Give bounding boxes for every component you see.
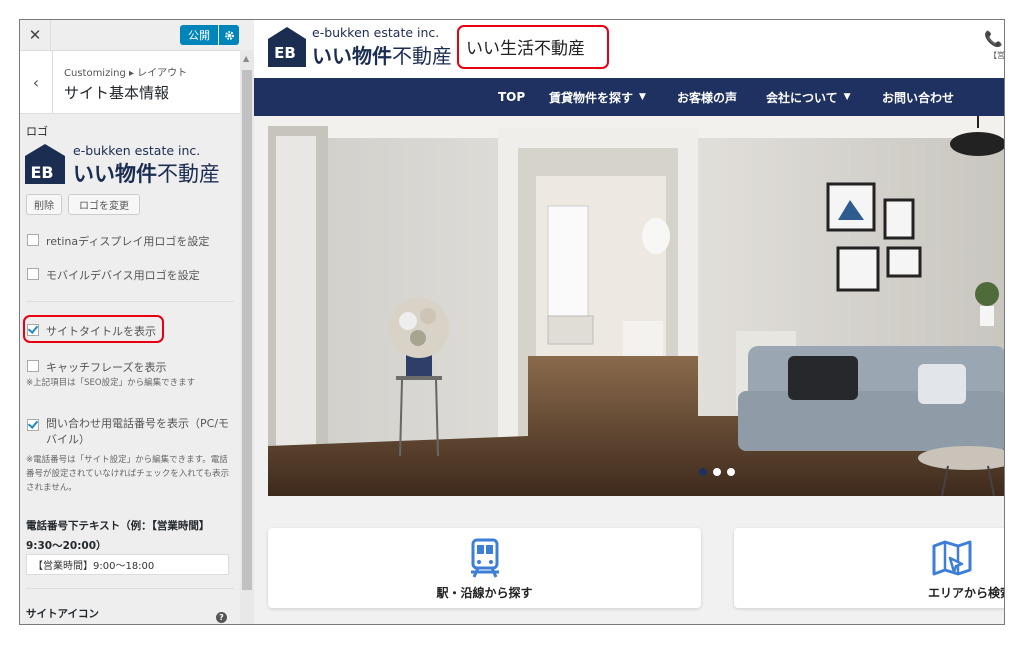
sidebar-scroll-thumb[interactable] (242, 70, 252, 590)
tel-text-input[interactable]: 【営業時間】9:00〜18:00 (26, 554, 229, 575)
section-header: ‹ Customizing ▸ レイアウト サイト基本情報 (20, 51, 240, 114)
publish-settings-button[interactable] (219, 25, 239, 45)
nav-item-rent[interactable]: 賃貸物件を探す ▼ (549, 78, 646, 116)
option-show-phone[interactable]: 問い合わせ用電話番号を表示（PC/モバイル） (27, 416, 232, 448)
highlight-show-title (23, 315, 164, 343)
retina-logo-checkbox[interactable] (27, 234, 39, 246)
change-logo-button[interactable]: ロゴを変更 (68, 194, 140, 215)
nav-item-contact[interactable]: お問い合わせ (882, 78, 954, 116)
delete-logo-button[interactable]: 削除 (26, 194, 62, 215)
option-mobile-logo[interactable]: モバイルデバイス用ロゴを設定 (27, 267, 200, 283)
customizer-window: ✕ 公開 ‹ Customizing ▸ レイアウト サイト基本情報 ロゴ EB… (19, 19, 1005, 625)
search-by-station-card[interactable]: 駅・沿線から探す (268, 528, 701, 608)
close-customizer-button[interactable]: ✕ (20, 20, 51, 50)
map-icon (932, 540, 972, 576)
slider-dot[interactable] (713, 468, 721, 476)
logo-subtext: e-bukken estate inc. (312, 25, 440, 40)
hero-slider-image[interactable] (268, 116, 1004, 496)
logo-badge: EB (274, 44, 296, 62)
show-catchphrase-checkbox[interactable] (27, 360, 39, 372)
slider-dot[interactable] (699, 468, 707, 476)
logo-maintext: いい物件不動産 (312, 44, 452, 68)
publish-button[interactable]: 公開 (180, 25, 218, 45)
show-phone-checkbox[interactable] (27, 419, 39, 431)
phone-icon: 📞 (984, 30, 1003, 48)
chevron-down-icon: ▼ (639, 92, 646, 102)
logo-maintext: いい物件不動産 (73, 162, 220, 186)
breadcrumb: Customizing ▸ レイアウト (64, 68, 188, 79)
seo-note: ※上記項目は「SEO設定」から編集できます (26, 378, 196, 388)
nav-item-voice[interactable]: お客様の声 (677, 78, 737, 116)
help-icon[interactable]: ? (216, 612, 227, 623)
tel-note: ※電話番号は「サイト設定」から編集できます。電話番号が設定されていなければチェッ… (26, 455, 230, 493)
scroll-up-icon[interactable]: ▲ (243, 54, 249, 63)
tel-text-label: 電話番号下テキスト（例：【営業時間】9:30〜20:00） (26, 520, 210, 552)
site-icon-label: サイトアイコン (26, 608, 99, 620)
phone-subtext: 【営 (989, 51, 1005, 60)
logo-label: ロゴ (26, 125, 48, 138)
search-by-area-card[interactable]: エリアから検索 (734, 528, 1005, 608)
site-preview: EB e-bukken estate inc. いい物件不動産 いい生活不動産 … (254, 20, 1005, 624)
gear-icon (224, 30, 234, 40)
divider (26, 588, 234, 589)
living-room-photo (268, 116, 1004, 496)
logo-subtext: e-bukken estate inc. (73, 143, 201, 158)
divider (26, 301, 234, 302)
site-logo[interactable]: EB e-bukken estate inc. いい物件不動産 (268, 25, 468, 73)
nav-item-top[interactable]: TOP (498, 78, 525, 116)
train-icon (471, 538, 499, 578)
card-label: 駅・沿線から探す (436, 586, 533, 600)
customizer-sidebar: ✕ 公開 ‹ Customizing ▸ レイアウト サイト基本情報 ロゴ EB… (20, 20, 255, 624)
highlight-site-title (457, 25, 609, 69)
option-retina-logo[interactable]: retinaディスプレイ用ロゴを設定 (27, 233, 209, 249)
card-label: エリアから検索 (927, 586, 1005, 600)
main-navigation: TOP 賃貸物件を探す ▼ お客様の声 会社について ▼ お問い合わせ (254, 78, 1004, 116)
logo-preview: EB e-bukken estate inc. いい物件不動産 (25, 141, 230, 186)
slider-dots (699, 468, 735, 476)
back-button[interactable]: ‹ (20, 51, 53, 113)
logo-badge: EB (30, 163, 54, 182)
chevron-down-icon: ▼ (843, 92, 851, 102)
nav-item-company[interactable]: 会社について ▼ (766, 78, 851, 116)
option-show-catchphrase[interactable]: キャッチフレーズを表示 (27, 359, 166, 375)
section-title: サイト基本情報 (64, 84, 170, 102)
slider-dot[interactable] (727, 468, 735, 476)
customizer-header: ✕ 公開 (20, 20, 240, 51)
mobile-logo-checkbox[interactable] (27, 268, 39, 280)
site-header: EB e-bukken estate inc. いい物件不動産 いい生活不動産 … (254, 20, 1005, 78)
